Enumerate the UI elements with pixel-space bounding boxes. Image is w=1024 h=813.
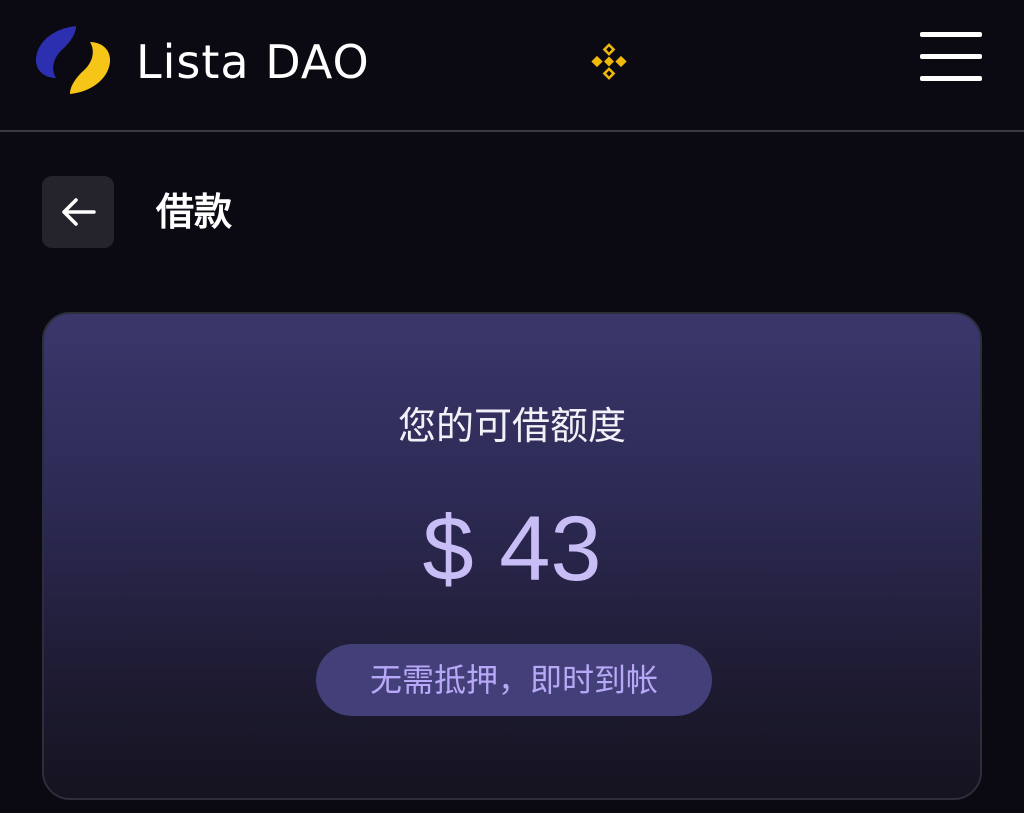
credit-limit-amount: $ 43 — [422, 498, 602, 600]
credit-limit-label: 您的可借额度 — [397, 404, 626, 448]
credit-limit-card: 您的可借额度 $ 43 无需抵押，即时到帐 — [42, 312, 982, 800]
binance-bnb-icon[interactable] — [590, 43, 628, 81]
lista-dao-logo-icon[interactable] — [32, 22, 114, 98]
app-header: Lista DAO — [0, 0, 1024, 132]
no-collateral-badge: 无需抵押，即时到帐 — [316, 644, 712, 716]
hamburger-menu-icon[interactable] — [916, 30, 986, 84]
brand-name: Lista DAO — [136, 35, 370, 89]
back-button[interactable] — [42, 176, 114, 248]
page-title: 借款 — [156, 190, 233, 234]
arrow-left-icon — [62, 198, 96, 226]
